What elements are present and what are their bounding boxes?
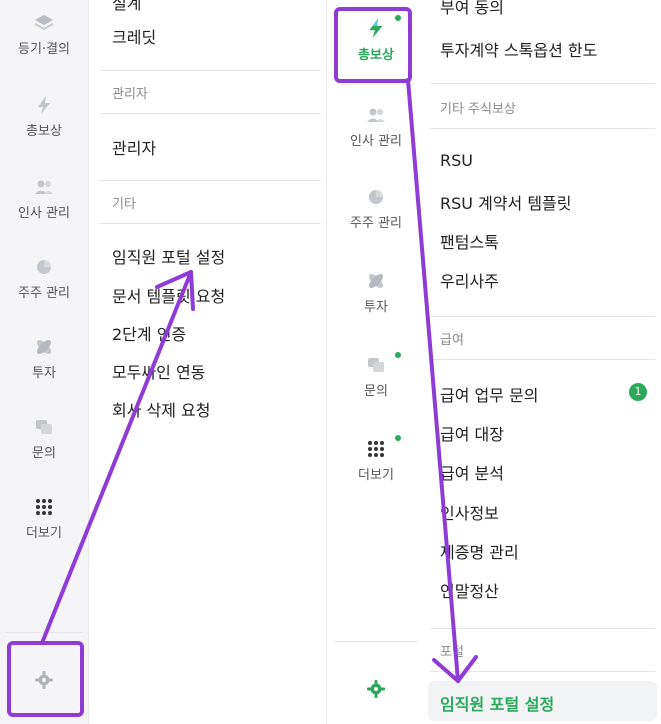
menu-item-option-limit[interactable]: 투자계약 스톡옵션 한도: [440, 37, 597, 61]
rail-item-label: 등기·결의: [18, 42, 70, 57]
section-header-portal: 포털: [440, 645, 464, 660]
bolt-icon: [38, 96, 50, 114]
notification-dot: [395, 352, 401, 358]
menu-item-year-end-tax[interactable]: 연말정산: [440, 578, 499, 602]
rail-item-label: 인사 관리: [18, 206, 70, 221]
rail-item-more[interactable]: 더보기: [0, 496, 88, 541]
menu-item-template-request[interactable]: 문서 템플릿 요청: [112, 283, 225, 307]
grid-icon: [36, 499, 52, 515]
rail-item-inquiry[interactable]: 문의: [0, 416, 88, 461]
menu-item-two-factor[interactable]: 2단계 인증: [112, 321, 186, 345]
rail-item-investment[interactable]: 투자: [327, 270, 425, 315]
rail-item-label: 투자: [364, 300, 388, 315]
people-icon: [367, 108, 385, 122]
menu-item-payroll-inquiry[interactable]: 급여 업무 문의: [440, 382, 539, 406]
menu-item-phantom-stock[interactable]: 팬텀스톡: [440, 229, 499, 253]
rail-item-label: 문의: [32, 446, 56, 461]
section-divider: [99, 70, 321, 71]
menu-item-employee-portal-settings[interactable]: 임직원 포털 설정: [112, 244, 225, 268]
menu-item-rsu[interactable]: RSU: [440, 151, 473, 170]
rail-divider: [6, 632, 82, 633]
pie-icon: [369, 190, 383, 204]
section-divider: [99, 223, 321, 224]
orbit-icon: [369, 274, 383, 288]
section-header-admin: 관리자: [112, 87, 148, 102]
rail-item-registry[interactable]: 등기·결의: [0, 12, 88, 57]
rail-item-label: 인사 관리: [350, 134, 402, 149]
left-nav-rail: 등기·결의 총보상 인사 관리 주주 관리 투자 문의 더보기: [0, 0, 89, 724]
notification-dot: [395, 435, 401, 441]
menu-item-partial[interactable]: 부여 동의: [440, 0, 504, 18]
pie-icon: [37, 260, 51, 274]
rail-item-inquiry[interactable]: 문의: [327, 354, 425, 399]
left-sidebar-menu: 설계 크레딧 관리자 관리자 기타 임직원 포털 설정 문서 템플릿 요청 2단…: [89, 0, 325, 724]
menu-item-label: 임직원 포털 설정: [440, 695, 555, 714]
menu-item-credit[interactable]: 크레딧: [112, 24, 156, 48]
chat-icon: [36, 420, 52, 434]
orbit-icon: [37, 340, 51, 354]
menu-item-admin[interactable]: 관리자: [112, 135, 156, 159]
rail-item-label: 더보기: [358, 468, 394, 483]
section-divider: [99, 113, 321, 114]
right-nav-rail: 총보상 인사 관리 주주 관리 투자 문의 더보기: [326, 0, 426, 724]
rail-item-more[interactable]: 더보기: [327, 438, 425, 483]
menu-item-employee-portal-settings-selected[interactable]: 임직원 포털 설정: [428, 681, 657, 721]
menu-item-modusign[interactable]: 모두싸인 연동: [112, 359, 205, 383]
section-divider: [99, 180, 321, 181]
section-header-payroll: 급여: [440, 333, 464, 348]
rail-item-label: 투자: [32, 366, 56, 381]
rail-item-label: 문의: [364, 384, 388, 399]
people-icon: [35, 180, 53, 194]
menu-item-partial[interactable]: 설계: [112, 0, 141, 14]
section-divider: [430, 128, 655, 129]
menu-item-certificates[interactable]: 제증명 관리: [440, 539, 519, 563]
rail-item-hr[interactable]: 인사 관리: [327, 104, 425, 149]
menu-item-hr-info[interactable]: 인사정보: [440, 500, 499, 524]
count-badge: 1: [629, 383, 647, 401]
rail-item-compensation[interactable]: 총보상: [0, 94, 88, 139]
section-divider: [430, 671, 655, 672]
rail-item-shareholders[interactable]: 주주 관리: [327, 186, 425, 231]
section-header-other-equity: 기타 주식보상: [440, 102, 516, 117]
rail-item-shareholders[interactable]: 주주 관리: [0, 256, 88, 301]
highlight-box-settings: [7, 641, 84, 717]
highlight-box-compensation: [334, 7, 412, 83]
settings-button-active[interactable]: [327, 678, 425, 700]
menu-item-esop[interactable]: 우리사주: [440, 268, 499, 292]
menu-item-payroll-analysis[interactable]: 급여 분석: [440, 460, 504, 484]
rail-divider: [335, 641, 417, 642]
rail-item-label: 주주 관리: [350, 216, 402, 231]
menu-item-delete-company[interactable]: 회사 삭제 요청: [112, 397, 211, 421]
gear-icon: [367, 680, 385, 698]
rail-item-label: 주주 관리: [18, 286, 70, 301]
section-divider: [430, 359, 655, 360]
rail-item-hr[interactable]: 인사 관리: [0, 176, 88, 221]
rail-item-label: 총보상: [26, 124, 62, 139]
layers-icon: [34, 15, 54, 31]
menu-item-payroll-ledger[interactable]: 급여 대장: [440, 421, 504, 445]
chat-icon: [368, 358, 384, 372]
menu-item-rsu-template[interactable]: RSU 계약서 템플릿: [440, 190, 571, 214]
right-sidebar-menu: 부여 동의 투자계약 스톡옵션 한도 기타 주식보상 RSU RSU 계약서 템…: [425, 0, 661, 724]
grid-icon: [368, 441, 384, 457]
rail-item-investment[interactable]: 투자: [0, 336, 88, 381]
section-divider: [430, 83, 655, 84]
section-divider: [430, 628, 655, 629]
rail-item-label: 더보기: [26, 526, 62, 541]
section-header-etc: 기타: [112, 197, 136, 212]
section-divider: [430, 316, 655, 317]
